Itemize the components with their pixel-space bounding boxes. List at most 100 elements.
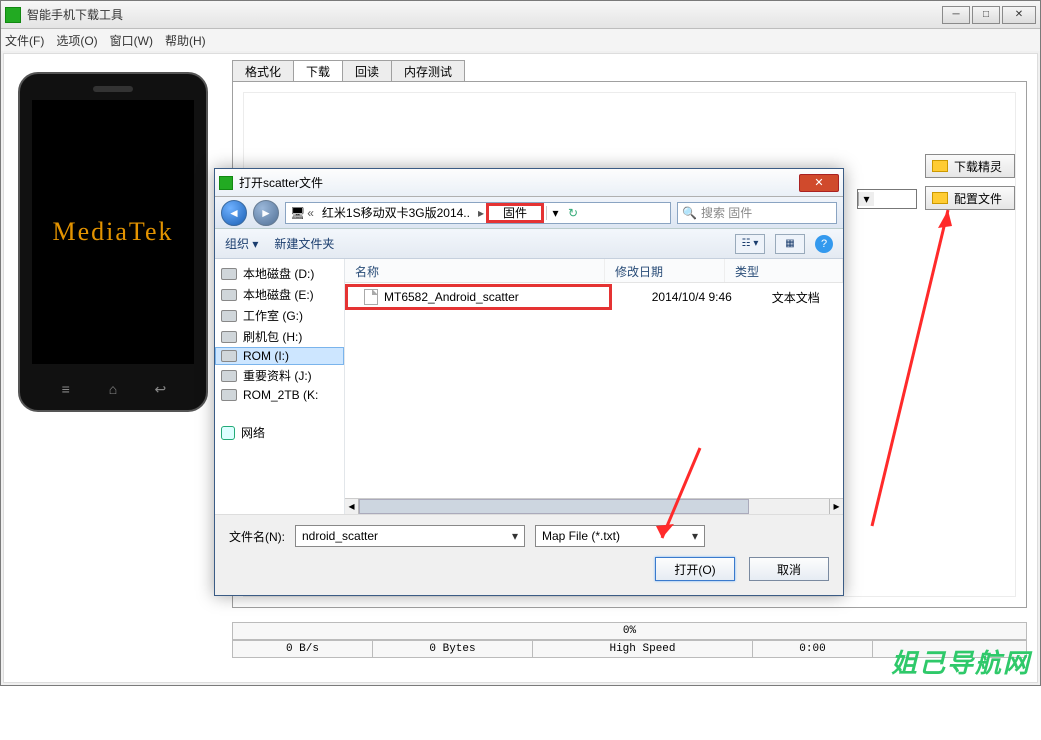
tree-label: 重要资料 (J:) (243, 367, 312, 384)
app-icon (5, 7, 21, 23)
dialog-nav: ◄ ► 🖥 « 红米1S移动双卡3G版2014.. ▸ 固件 ▾ ↻ � (215, 197, 843, 229)
horizontal-scrollbar[interactable]: ◂ ▸ (345, 498, 843, 514)
dialog-footer: 文件名(N): ndroid_scatter ▾ Map File (*.txt… (215, 514, 843, 595)
drive-icon (221, 331, 237, 343)
folder-icon (932, 192, 948, 204)
open-file-dialog: 打开scatter文件 ✕ ◄ ► 🖥 « 红米1S移动双卡3G版2014.. … (214, 168, 844, 596)
drive-icon (221, 310, 237, 322)
config-file-label: 配置文件 (954, 190, 1002, 207)
breadcrumb-seg1-label: 红米1S移动双卡3G版2014.. (322, 204, 470, 221)
breadcrumb-seg-2[interactable]: 固件 (486, 203, 544, 223)
cancel-button-label: 取消 (777, 561, 801, 578)
download-wizard-label: 下载精灵 (954, 158, 1002, 175)
organize-menu[interactable]: 组织 ▾ (225, 235, 258, 252)
tabstrip: 格式化 下载 回读 内存测试 (232, 60, 464, 82)
file-date: 2014/10/4 9:46 (652, 290, 772, 304)
file-filter-combo[interactable]: Map File (*.txt) ▾ (535, 525, 705, 547)
download-wizard-button[interactable]: 下载精灵 (925, 154, 1015, 178)
col-modified[interactable]: 修改日期 (605, 259, 725, 282)
status-time: 0:00 (753, 641, 873, 657)
tab-memtest[interactable]: 内存测试 (391, 60, 465, 82)
drive-icon (221, 289, 237, 301)
breadcrumb-dropdown[interactable]: ▾ (546, 206, 564, 220)
status-bytes: 0 Bytes (373, 641, 533, 657)
tab-readback[interactable]: 回读 (342, 60, 392, 82)
phone-menu-icon: ≡ (53, 380, 79, 398)
filename-value: ndroid_scatter (302, 529, 378, 543)
status-speed: High Speed (533, 641, 753, 657)
view-mode-button[interactable]: ☷ ▾ (735, 234, 765, 254)
dialog-toolbar: 组织 ▾ 新建文件夹 ☷ ▾ ▦ ? (215, 229, 843, 259)
tree-item-d[interactable]: 本地磁盘 (D:) (215, 263, 344, 284)
tree-item-j[interactable]: 重要资料 (J:) (215, 365, 344, 386)
tree-item-e[interactable]: 本地磁盘 (E:) (215, 284, 344, 305)
config-file-button[interactable]: 配置文件 (925, 186, 1015, 210)
open-button[interactable]: 打开(O) (655, 557, 735, 581)
minimize-button[interactable]: ─ (942, 6, 970, 24)
status-rate: 0 B/s (233, 641, 373, 657)
menu-help[interactable]: 帮助(H) (165, 32, 206, 49)
close-button[interactable]: ✕ (1002, 6, 1036, 24)
menu-window[interactable]: 窗口(W) (110, 32, 153, 49)
watermark: 姐己导航网 (891, 643, 1031, 680)
scroll-right-icon[interactable]: ▸ (829, 499, 843, 514)
tree-label: 工作室 (G:) (243, 307, 303, 324)
scroll-thumb[interactable] (359, 499, 749, 514)
config-combo[interactable]: ▾ (857, 189, 917, 209)
dialog-close-button[interactable]: ✕ (799, 174, 839, 192)
dialog-body: 本地磁盘 (D:) 本地磁盘 (E:) 工作室 (G:) 刷机包 (H:) RO… (215, 259, 843, 514)
chevron-down-icon: ▾ (512, 529, 518, 543)
dialog-icon (219, 176, 233, 190)
titlebar: 智能手机下载工具 ─ □ ✕ (1, 1, 1040, 29)
col-type[interactable]: 类型 (725, 259, 843, 282)
folder-icon (932, 160, 948, 172)
menu-options[interactable]: 选项(O) (56, 32, 97, 49)
scroll-left-icon[interactable]: ◂ (345, 499, 359, 514)
refresh-icon[interactable]: ↻ (566, 206, 580, 220)
filename-label: 文件名(N): (229, 528, 285, 545)
tab-download[interactable]: 下载 (293, 60, 343, 82)
menu-file[interactable]: 文件(F) (5, 32, 44, 49)
breadcrumb[interactable]: 🖥 « 红米1S移动双卡3G版2014.. ▸ 固件 ▾ ↻ (285, 202, 671, 224)
tree-item-g[interactable]: 工作室 (G:) (215, 305, 344, 326)
menubar: 文件(F) 选项(O) 窗口(W) 帮助(H) (1, 29, 1040, 51)
preview-pane-button[interactable]: ▦ (775, 234, 805, 254)
tree-item-i[interactable]: ROM (I:) (215, 347, 344, 365)
phone-earpiece (93, 86, 133, 92)
tree-item-k[interactable]: ROM_2TB (K: (215, 386, 344, 404)
search-icon: 🔍 (682, 206, 697, 220)
cancel-button[interactable]: 取消 (749, 557, 829, 581)
help-icon[interactable]: ? (815, 235, 833, 253)
drive-icon (221, 350, 237, 362)
breadcrumb-seg2-label: 固件 (503, 204, 527, 221)
network-icon (221, 426, 235, 440)
file-name: MT6582_Android_scatter (384, 290, 519, 304)
maximize-button[interactable]: □ (972, 6, 1000, 24)
tree-label: 本地磁盘 (E:) (243, 286, 314, 303)
file-list-header: 名称 修改日期 类型 (345, 259, 843, 283)
tree-label: 网络 (241, 424, 265, 441)
tab-format[interactable]: 格式化 (232, 60, 294, 82)
tree-item-h[interactable]: 刷机包 (H:) (215, 326, 344, 347)
phone-home-icon: ⌂ (100, 380, 126, 398)
folder-tree[interactable]: 本地磁盘 (D:) 本地磁盘 (E:) 工作室 (G:) 刷机包 (H:) RO… (215, 259, 345, 514)
drive-icon (221, 389, 237, 401)
file-list: 名称 修改日期 类型 MT6582_Android_scatter 2014/1… (345, 259, 843, 514)
open-button-label: 打开(O) (674, 561, 715, 578)
col-name[interactable]: 名称 (345, 259, 605, 282)
new-folder-button[interactable]: 新建文件夹 (274, 235, 334, 252)
nav-forward-button[interactable]: ► (253, 200, 279, 226)
tree-label: ROM (I:) (243, 349, 289, 363)
nav-back-button[interactable]: ◄ (221, 200, 247, 226)
dialog-title: 打开scatter文件 (239, 174, 799, 191)
tree-item-network[interactable]: 网络 (215, 422, 344, 443)
tree-label: ROM_2TB (K: (243, 388, 318, 402)
tree-label: 刷机包 (H:) (243, 328, 302, 345)
breadcrumb-seg-1[interactable]: 红米1S移动双卡3G版2014.. (316, 203, 476, 223)
file-row[interactable]: MT6582_Android_scatter 2014/10/4 9:46 文本… (345, 283, 843, 311)
search-input[interactable]: 🔍 搜索 固件 (677, 202, 837, 224)
filename-input[interactable]: ndroid_scatter ▾ (295, 525, 525, 547)
progress-label: 0% (233, 623, 1026, 639)
workarea: BM MediaTek ≡ ⌂ ↩ 格式化 下载 回读 内存测试 下载精灵 (3, 53, 1038, 683)
phone-back-icon: ↩ (147, 380, 173, 398)
